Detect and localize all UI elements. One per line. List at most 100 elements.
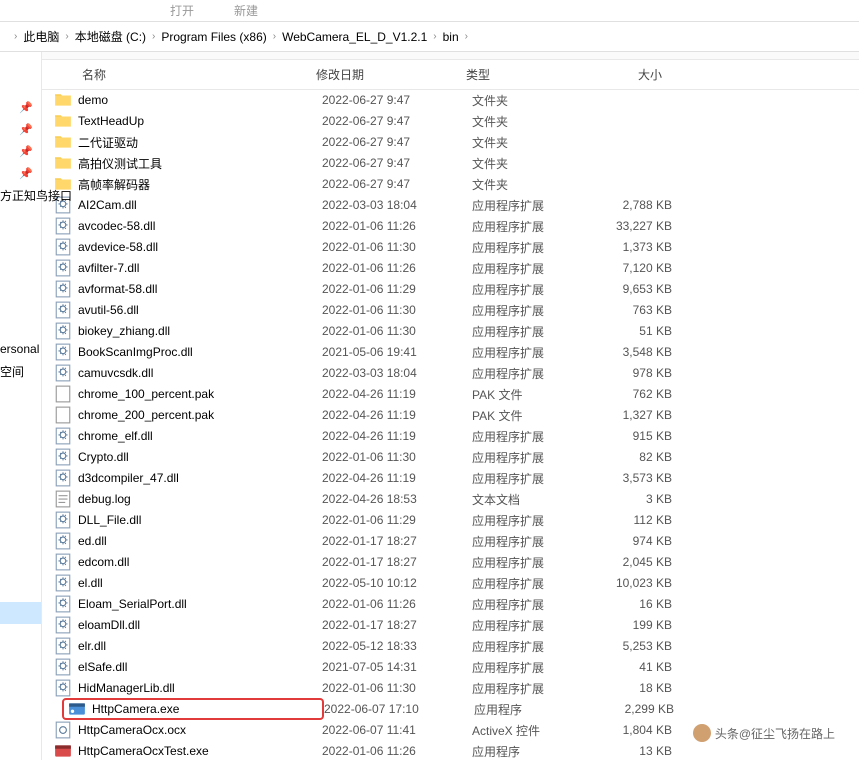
file-date: 2021-05-06 19:41 — [322, 345, 472, 359]
file-date: 2022-01-17 18:27 — [322, 618, 472, 632]
quick-access-item[interactable]: 📌 — [0, 96, 41, 118]
quick-access-item[interactable] — [0, 382, 41, 404]
file-size: 13 KB — [592, 744, 692, 758]
quick-access-item[interactable] — [0, 492, 41, 514]
file-type: 应用程序扩展 — [472, 533, 592, 550]
quick-access-item[interactable]: 📌 — [0, 162, 41, 184]
column-header-type[interactable]: 类型 — [462, 66, 582, 83]
table-row[interactable]: demo2022-06-27 9:47文件夹 — [42, 90, 859, 111]
quick-access-item[interactable] — [0, 426, 41, 448]
table-row[interactable]: avutil-56.dll2022-01-06 11:30应用程序扩展763 K… — [42, 300, 859, 321]
file-size: 1,804 KB — [592, 723, 692, 737]
file-type: 应用程序扩展 — [472, 554, 592, 571]
file-type: 文件夹 — [472, 113, 592, 130]
quick-access-item[interactable] — [0, 558, 41, 580]
quick-access-item[interactable]: 📌 — [0, 140, 41, 162]
quick-access-item[interactable] — [0, 404, 41, 426]
file-size: 7,120 KB — [592, 261, 692, 275]
file-name: demo — [78, 93, 322, 107]
chevron-right-icon: › — [273, 31, 276, 42]
table-row[interactable]: avcodec-58.dll2022-01-06 11:26应用程序扩展33,2… — [42, 216, 859, 237]
breadcrumb-item[interactable]: Program Files (x86) — [161, 30, 266, 44]
quick-access-item[interactable] — [0, 580, 41, 602]
table-row[interactable]: debug.log2022-04-26 18:53文本文档3 KB — [42, 489, 859, 510]
table-row[interactable]: HttpCamera.exe2022-06-07 17:10应用程序2,299 … — [42, 699, 859, 720]
quick-access-item[interactable]: ersonal — [0, 338, 41, 360]
column-header-name[interactable]: 名称 — [42, 66, 312, 83]
file-name: HttpCamera.exe — [92, 702, 179, 716]
pin-icon: 📌 — [19, 145, 33, 158]
quick-access-item[interactable] — [0, 206, 41, 228]
table-row[interactable]: el.dll2022-05-10 10:12应用程序扩展10,023 KB — [42, 573, 859, 594]
quick-access-item[interactable] — [0, 448, 41, 470]
file-date: 2022-01-06 11:30 — [322, 240, 472, 254]
chevron-right-icon: › — [14, 31, 17, 42]
file-size: 978 KB — [592, 366, 692, 380]
quick-access-item[interactable]: 方正知鸟接口 — [0, 184, 41, 206]
table-row[interactable]: AI2Cam.dll2022-03-03 18:04应用程序扩展2,788 KB — [42, 195, 859, 216]
column-header-date[interactable]: 修改日期 — [312, 66, 462, 83]
table-row[interactable]: elSafe.dll2021-07-05 14:31应用程序扩展41 KB — [42, 657, 859, 678]
table-row[interactable]: d3dcompiler_47.dll2022-04-26 11:19应用程序扩展… — [42, 468, 859, 489]
quick-access-item[interactable] — [0, 294, 41, 316]
quick-access-item[interactable] — [0, 536, 41, 558]
file-list: demo2022-06-27 9:47文件夹TextHeadUp2022-06-… — [42, 90, 859, 760]
table-row[interactable]: DLL_File.dll2022-01-06 11:29应用程序扩展112 KB — [42, 510, 859, 531]
file-type: 文本文档 — [472, 491, 592, 508]
quick-access-item-selected[interactable] — [0, 602, 41, 624]
table-row[interactable]: ed.dll2022-01-17 18:27应用程序扩展974 KB — [42, 531, 859, 552]
table-row[interactable]: 高帧率解码器2022-06-27 9:47文件夹 — [42, 174, 859, 195]
file-name: elSafe.dll — [78, 660, 322, 674]
quick-access-item[interactable] — [0, 228, 41, 250]
table-row[interactable]: Eloam_SerialPort.dll2022-01-06 11:26应用程序… — [42, 594, 859, 615]
breadcrumb-item[interactable]: WebCamera_EL_D_V1.2.1 — [282, 30, 427, 44]
table-row[interactable]: biokey_zhiang.dll2022-01-06 11:30应用程序扩展5… — [42, 321, 859, 342]
quick-access-item[interactable] — [0, 316, 41, 338]
menu-open[interactable]: 打开 — [170, 2, 194, 19]
breadcrumb[interactable]: › 此电脑 › 本地磁盘 (C:) › Program Files (x86) … — [0, 22, 859, 52]
table-row[interactable]: avformat-58.dll2022-01-06 11:29应用程序扩展9,6… — [42, 279, 859, 300]
avatar-icon — [693, 724, 711, 742]
file-name: TextHeadUp — [78, 114, 322, 128]
table-row[interactable]: camuvcsdk.dll2022-03-03 18:04应用程序扩展978 K… — [42, 363, 859, 384]
file-size: 3,573 KB — [592, 471, 692, 485]
quick-access-item[interactable] — [0, 272, 41, 294]
table-row[interactable]: avfilter-7.dll2022-01-06 11:26应用程序扩展7,12… — [42, 258, 859, 279]
table-row[interactable]: HidManagerLib.dll2022-01-06 11:30应用程序扩展1… — [42, 678, 859, 699]
file-date: 2022-06-27 9:47 — [322, 177, 472, 191]
table-row[interactable]: TextHeadUp2022-06-27 9:47文件夹 — [42, 111, 859, 132]
breadcrumb-item[interactable]: 此电脑 — [23, 28, 59, 45]
table-row[interactable]: chrome_elf.dll2022-04-26 11:19应用程序扩展915 … — [42, 426, 859, 447]
file-size: 2,045 KB — [592, 555, 692, 569]
table-row[interactable]: 高拍仪测试工具2022-06-27 9:47文件夹 — [42, 153, 859, 174]
table-row[interactable]: chrome_200_percent.pak2022-04-26 11:19PA… — [42, 405, 859, 426]
menu-new[interactable]: 新建 — [234, 2, 258, 19]
top-menu: 打开 新建 — [0, 0, 859, 22]
table-row[interactable]: elr.dll2022-05-12 18:33应用程序扩展5,253 KB — [42, 636, 859, 657]
table-row[interactable]: edcom.dll2022-01-17 18:27应用程序扩展2,045 KB — [42, 552, 859, 573]
quick-access-item[interactable] — [0, 52, 41, 74]
breadcrumb-item[interactable]: 本地磁盘 (C:) — [75, 28, 146, 45]
table-row[interactable]: chrome_100_percent.pak2022-04-26 11:19PA… — [42, 384, 859, 405]
table-row[interactable]: Crypto.dll2022-01-06 11:30应用程序扩展82 KB — [42, 447, 859, 468]
file-name: 高帧率解码器 — [78, 176, 322, 193]
column-header-size[interactable]: 大小 — [582, 66, 682, 83]
table-row[interactable]: eloamDll.dll2022-01-17 18:27应用程序扩展199 KB — [42, 615, 859, 636]
table-row[interactable]: 二代证驱动2022-06-27 9:47文件夹 — [42, 132, 859, 153]
quick-access-item[interactable]: 📌 — [0, 118, 41, 140]
file-type: 应用程序扩展 — [472, 344, 592, 361]
file-name: avfilter-7.dll — [78, 261, 322, 275]
quick-access-item[interactable] — [0, 250, 41, 272]
table-row[interactable]: avdevice-58.dll2022-01-06 11:30应用程序扩展1,3… — [42, 237, 859, 258]
quick-access-item[interactable] — [0, 514, 41, 536]
quick-access-item[interactable] — [0, 74, 41, 96]
file-date: 2022-01-06 11:30 — [322, 450, 472, 464]
file-type: 应用程序扩展 — [472, 365, 592, 382]
quick-access-item[interactable]: 空间 — [0, 360, 41, 382]
breadcrumb-item[interactable]: bin — [443, 30, 459, 44]
file-name: 高拍仪测试工具 — [78, 155, 322, 172]
watermark-text: 头条@征尘飞扬在路上 — [715, 725, 835, 742]
file-size: 9,653 KB — [592, 282, 692, 296]
table-row[interactable]: BookScanImgProc.dll2021-05-06 19:41应用程序扩… — [42, 342, 859, 363]
quick-access-item[interactable] — [0, 470, 41, 492]
